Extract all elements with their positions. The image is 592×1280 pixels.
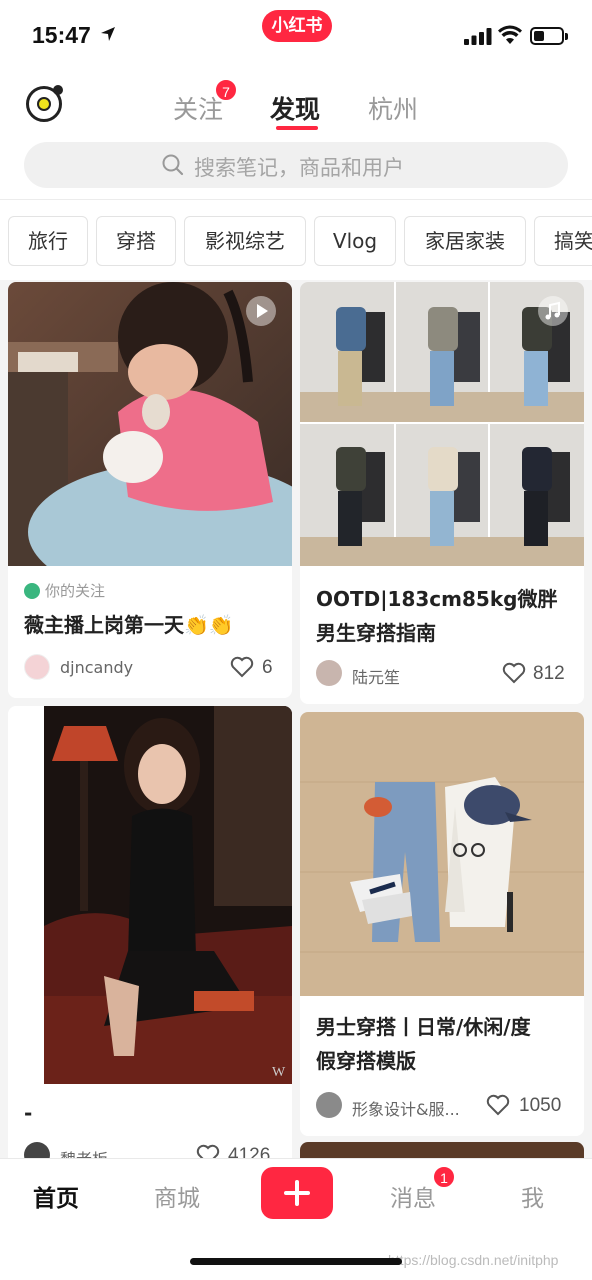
feed-card[interactable]: 男士穿搭丨日常/休闲/度 假穿搭模版 形象设计&服... 1050	[300, 712, 584, 1136]
tab-discover[interactable]: 发现	[270, 90, 320, 126]
clock: 15:47	[32, 22, 91, 48]
like-count: 1050	[519, 1095, 562, 1116]
tab-city[interactable]: 杭州	[368, 90, 418, 126]
messages-badge: 1	[432, 1165, 456, 1189]
active-tab-indicator	[276, 126, 318, 130]
search-icon	[162, 154, 184, 176]
tab-messages[interactable]: 消息	[390, 1179, 436, 1213]
create-post-button[interactable]	[261, 1167, 333, 1219]
feed-card[interactable]: W - 魏老板 4126	[8, 706, 292, 1166]
category-chip-travel[interactable]: 旅行	[8, 216, 88, 266]
follow-badge: 7	[214, 78, 238, 102]
avatar[interactable]	[316, 660, 342, 686]
avatar[interactable]	[24, 654, 50, 680]
music-note-icon	[538, 296, 568, 326]
category-chip-funny[interactable]: 搞笑	[534, 216, 592, 266]
battery-icon	[530, 27, 568, 45]
top-header: 关注 7 发现 杭州 搜索笔记，商品和用户	[0, 72, 592, 200]
category-chip-home[interactable]: 家居家装	[404, 216, 526, 266]
user-icon	[24, 583, 40, 599]
camera-icon[interactable]	[26, 85, 63, 122]
author-name[interactable]: djncandy	[60, 658, 133, 677]
status-bar: 15:47 小红书	[0, 0, 592, 72]
feed-card[interactable]: 你的关注 薇主播上岗第一天👏👏 djncandy 6	[8, 282, 292, 698]
author-name[interactable]: 形象设计&服...	[352, 1096, 460, 1120]
wifi-icon	[498, 25, 522, 44]
tab-mall[interactable]: 商城	[154, 1179, 200, 1213]
note-title: 薇主播上岗第一天👏👏	[24, 613, 234, 637]
like-count: 6	[262, 657, 273, 678]
heart-icon[interactable]	[502, 662, 526, 684]
author-name[interactable]: 陆元笙	[352, 664, 400, 688]
note-title: 男士穿搭丨日常/休闲/度 假穿搭模版	[316, 1015, 531, 1073]
heart-icon[interactable]	[486, 1094, 510, 1116]
heart-icon[interactable]	[230, 656, 254, 678]
like-count: 812	[533, 663, 565, 684]
home-indicator[interactable]	[190, 1258, 402, 1265]
url-watermark: https://blog.csdn.net/initphp	[388, 1252, 559, 1268]
category-chip-vlog[interactable]: Vlog	[314, 216, 396, 266]
note-cover-image: W	[44, 706, 292, 1084]
avatar[interactable]	[316, 1092, 342, 1118]
search-placeholder: 搜索笔记，商品和用户	[194, 156, 404, 180]
tab-home[interactable]: 首页	[33, 1179, 79, 1213]
video-play-icon	[246, 296, 276, 326]
note-title: OOTD|183cm85kg微胖 男生穿搭指南	[316, 587, 558, 645]
following-tag: 你的关注	[24, 580, 105, 601]
location-arrow-icon	[101, 27, 115, 41]
tab-me[interactable]: 我	[521, 1179, 544, 1213]
note-cover-image	[300, 712, 584, 996]
cellular-signal-icon	[464, 28, 492, 45]
category-chip-film[interactable]: 影视综艺	[184, 216, 306, 266]
note-title: -	[24, 1101, 33, 1125]
category-chip-outfit[interactable]: 穿搭	[96, 216, 176, 266]
image-watermark: W	[272, 1065, 286, 1080]
feed-card[interactable]: OOTD|183cm85kg微胖 男生穿搭指南 陆元笙 812	[300, 282, 584, 704]
search-bar[interactable]: 搜索笔记，商品和用户	[24, 142, 568, 188]
category-bar: 旅行 穿搭 影视综艺 Vlog 家居家装 搞笑	[0, 200, 592, 280]
app-logo: 小红书	[262, 10, 332, 42]
